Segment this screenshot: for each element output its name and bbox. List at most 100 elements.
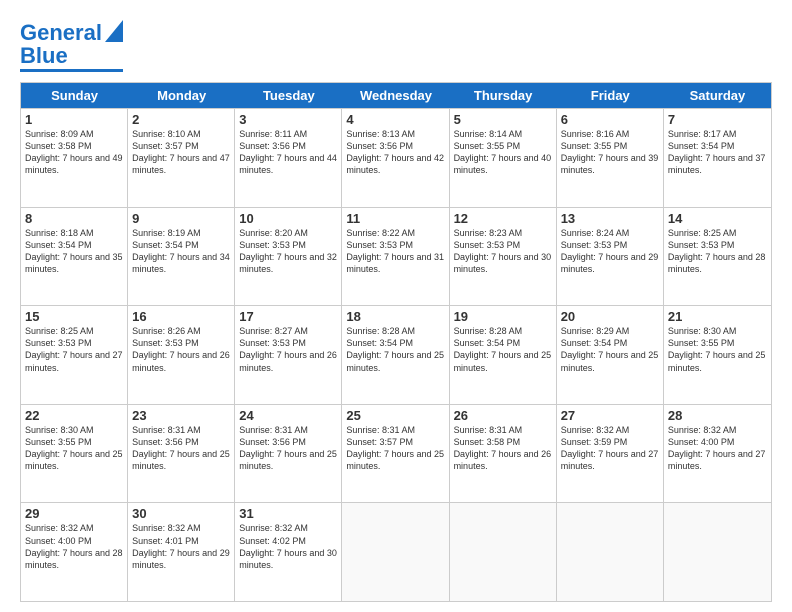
day-info: Sunrise: 8:32 AM Sunset: 3:59 PM Dayligh… — [561, 424, 659, 473]
calendar-day-13: 13Sunrise: 8:24 AM Sunset: 3:53 PM Dayli… — [557, 208, 664, 306]
calendar-day-11: 11Sunrise: 8:22 AM Sunset: 3:53 PM Dayli… — [342, 208, 449, 306]
day-number: 11 — [346, 211, 444, 226]
calendar-week-1: 1Sunrise: 8:09 AM Sunset: 3:58 PM Daylig… — [21, 108, 771, 207]
calendar-week-2: 8Sunrise: 8:18 AM Sunset: 3:54 PM Daylig… — [21, 207, 771, 306]
day-number: 2 — [132, 112, 230, 127]
calendar-week-5: 29Sunrise: 8:32 AM Sunset: 4:00 PM Dayli… — [21, 502, 771, 601]
day-info: Sunrise: 8:16 AM Sunset: 3:55 PM Dayligh… — [561, 128, 659, 177]
calendar-day-31: 31Sunrise: 8:32 AM Sunset: 4:02 PM Dayli… — [235, 503, 342, 601]
calendar-day-29: 29Sunrise: 8:32 AM Sunset: 4:00 PM Dayli… — [21, 503, 128, 601]
calendar-day-22: 22Sunrise: 8:30 AM Sunset: 3:55 PM Dayli… — [21, 405, 128, 503]
day-header-thursday: Thursday — [450, 83, 557, 108]
calendar-day-20: 20Sunrise: 8:29 AM Sunset: 3:54 PM Dayli… — [557, 306, 664, 404]
calendar-day-14: 14Sunrise: 8:25 AM Sunset: 3:53 PM Dayli… — [664, 208, 771, 306]
day-info: Sunrise: 8:30 AM Sunset: 3:55 PM Dayligh… — [25, 424, 123, 473]
day-number: 3 — [239, 112, 337, 127]
day-number: 8 — [25, 211, 123, 226]
calendar-day-15: 15Sunrise: 8:25 AM Sunset: 3:53 PM Dayli… — [21, 306, 128, 404]
logo-blue-text: Blue — [20, 45, 68, 67]
day-number: 26 — [454, 408, 552, 423]
day-number: 22 — [25, 408, 123, 423]
day-number: 5 — [454, 112, 552, 127]
day-info: Sunrise: 8:28 AM Sunset: 3:54 PM Dayligh… — [454, 325, 552, 374]
day-info: Sunrise: 8:17 AM Sunset: 3:54 PM Dayligh… — [668, 128, 767, 177]
day-number: 17 — [239, 309, 337, 324]
day-info: Sunrise: 8:30 AM Sunset: 3:55 PM Dayligh… — [668, 325, 767, 374]
day-info: Sunrise: 8:31 AM Sunset: 3:56 PM Dayligh… — [132, 424, 230, 473]
day-number: 16 — [132, 309, 230, 324]
calendar-header: SundayMondayTuesdayWednesdayThursdayFrid… — [21, 83, 771, 108]
day-info: Sunrise: 8:24 AM Sunset: 3:53 PM Dayligh… — [561, 227, 659, 276]
day-number: 18 — [346, 309, 444, 324]
day-info: Sunrise: 8:14 AM Sunset: 3:55 PM Dayligh… — [454, 128, 552, 177]
logo-text: General — [20, 22, 102, 44]
calendar-day-21: 21Sunrise: 8:30 AM Sunset: 3:55 PM Dayli… — [664, 306, 771, 404]
day-number: 12 — [454, 211, 552, 226]
day-number: 23 — [132, 408, 230, 423]
day-number: 4 — [346, 112, 444, 127]
day-number: 19 — [454, 309, 552, 324]
day-number: 20 — [561, 309, 659, 324]
calendar-week-3: 15Sunrise: 8:25 AM Sunset: 3:53 PM Dayli… — [21, 305, 771, 404]
day-info: Sunrise: 8:26 AM Sunset: 3:53 PM Dayligh… — [132, 325, 230, 374]
calendar-day-28: 28Sunrise: 8:32 AM Sunset: 4:00 PM Dayli… — [664, 405, 771, 503]
day-number: 24 — [239, 408, 337, 423]
day-header-sunday: Sunday — [21, 83, 128, 108]
calendar-day-4: 4Sunrise: 8:13 AM Sunset: 3:56 PM Daylig… — [342, 109, 449, 207]
day-info: Sunrise: 8:23 AM Sunset: 3:53 PM Dayligh… — [454, 227, 552, 276]
day-header-wednesday: Wednesday — [342, 83, 449, 108]
logo-triangle-icon — [105, 20, 123, 47]
calendar-week-4: 22Sunrise: 8:30 AM Sunset: 3:55 PM Dayli… — [21, 404, 771, 503]
day-info: Sunrise: 8:25 AM Sunset: 3:53 PM Dayligh… — [668, 227, 767, 276]
day-number: 13 — [561, 211, 659, 226]
day-number: 31 — [239, 506, 337, 521]
calendar-day-25: 25Sunrise: 8:31 AM Sunset: 3:57 PM Dayli… — [342, 405, 449, 503]
day-header-monday: Monday — [128, 83, 235, 108]
day-info: Sunrise: 8:32 AM Sunset: 4:01 PM Dayligh… — [132, 522, 230, 571]
calendar-day-24: 24Sunrise: 8:31 AM Sunset: 3:56 PM Dayli… — [235, 405, 342, 503]
calendar-day-12: 12Sunrise: 8:23 AM Sunset: 3:53 PM Dayli… — [450, 208, 557, 306]
day-info: Sunrise: 8:11 AM Sunset: 3:56 PM Dayligh… — [239, 128, 337, 177]
day-info: Sunrise: 8:28 AM Sunset: 3:54 PM Dayligh… — [346, 325, 444, 374]
day-number: 29 — [25, 506, 123, 521]
day-number: 7 — [668, 112, 767, 127]
calendar-day-19: 19Sunrise: 8:28 AM Sunset: 3:54 PM Dayli… — [450, 306, 557, 404]
calendar-day-18: 18Sunrise: 8:28 AM Sunset: 3:54 PM Dayli… — [342, 306, 449, 404]
day-info: Sunrise: 8:31 AM Sunset: 3:57 PM Dayligh… — [346, 424, 444, 473]
calendar-day-3: 3Sunrise: 8:11 AM Sunset: 3:56 PM Daylig… — [235, 109, 342, 207]
day-info: Sunrise: 8:32 AM Sunset: 4:00 PM Dayligh… — [25, 522, 123, 571]
calendar-day-10: 10Sunrise: 8:20 AM Sunset: 3:53 PM Dayli… — [235, 208, 342, 306]
calendar-day-empty — [664, 503, 771, 601]
day-number: 1 — [25, 112, 123, 127]
calendar-day-27: 27Sunrise: 8:32 AM Sunset: 3:59 PM Dayli… — [557, 405, 664, 503]
day-number: 25 — [346, 408, 444, 423]
day-info: Sunrise: 8:32 AM Sunset: 4:00 PM Dayligh… — [668, 424, 767, 473]
day-info: Sunrise: 8:22 AM Sunset: 3:53 PM Dayligh… — [346, 227, 444, 276]
day-number: 27 — [561, 408, 659, 423]
day-number: 10 — [239, 211, 337, 226]
day-info: Sunrise: 8:09 AM Sunset: 3:58 PM Dayligh… — [25, 128, 123, 177]
logo-underline — [20, 69, 123, 72]
calendar-day-1: 1Sunrise: 8:09 AM Sunset: 3:58 PM Daylig… — [21, 109, 128, 207]
calendar-day-empty — [342, 503, 449, 601]
calendar-body: 1Sunrise: 8:09 AM Sunset: 3:58 PM Daylig… — [21, 108, 771, 601]
day-header-friday: Friday — [557, 83, 664, 108]
header: General Blue — [20, 18, 772, 72]
calendar-day-5: 5Sunrise: 8:14 AM Sunset: 3:55 PM Daylig… — [450, 109, 557, 207]
calendar: SundayMondayTuesdayWednesdayThursdayFrid… — [20, 82, 772, 602]
day-info: Sunrise: 8:27 AM Sunset: 3:53 PM Dayligh… — [239, 325, 337, 374]
day-header-saturday: Saturday — [664, 83, 771, 108]
day-number: 15 — [25, 309, 123, 324]
calendar-day-16: 16Sunrise: 8:26 AM Sunset: 3:53 PM Dayli… — [128, 306, 235, 404]
calendar-day-6: 6Sunrise: 8:16 AM Sunset: 3:55 PM Daylig… — [557, 109, 664, 207]
day-header-tuesday: Tuesday — [235, 83, 342, 108]
day-info: Sunrise: 8:10 AM Sunset: 3:57 PM Dayligh… — [132, 128, 230, 177]
day-info: Sunrise: 8:31 AM Sunset: 3:56 PM Dayligh… — [239, 424, 337, 473]
calendar-day-7: 7Sunrise: 8:17 AM Sunset: 3:54 PM Daylig… — [664, 109, 771, 207]
day-number: 30 — [132, 506, 230, 521]
day-info: Sunrise: 8:20 AM Sunset: 3:53 PM Dayligh… — [239, 227, 337, 276]
day-number: 6 — [561, 112, 659, 127]
day-info: Sunrise: 8:31 AM Sunset: 3:58 PM Dayligh… — [454, 424, 552, 473]
calendar-day-empty — [450, 503, 557, 601]
calendar-day-8: 8Sunrise: 8:18 AM Sunset: 3:54 PM Daylig… — [21, 208, 128, 306]
